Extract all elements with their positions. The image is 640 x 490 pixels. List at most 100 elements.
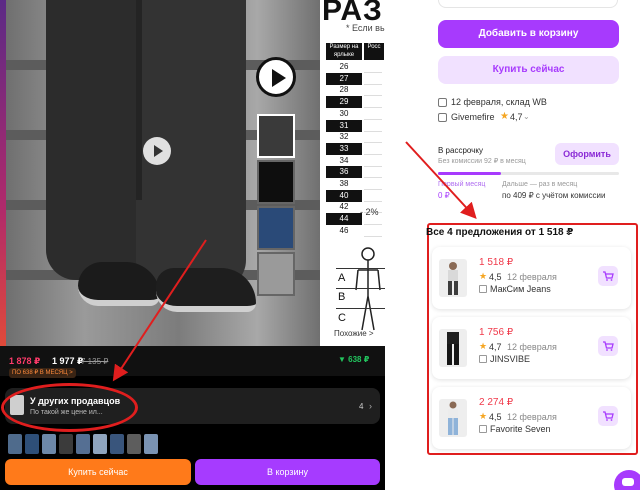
shop-icon [479, 355, 487, 363]
offer-rating: 4,7 [489, 342, 502, 352]
size-cell [364, 131, 382, 144]
cart-icon-button[interactable] [598, 266, 618, 286]
size-row: 46 [339, 225, 349, 235]
play-circle-icon[interactable] [256, 57, 296, 97]
size-cell [364, 120, 382, 132]
sneaker-right [156, 268, 256, 312]
offer-delivery-date: 12 февраля [507, 412, 557, 422]
product-photo[interactable] [6, 0, 320, 346]
size-row: 38 [339, 179, 349, 188]
measure-letter-a: A [338, 272, 346, 284]
size-cell [364, 143, 382, 155]
current-price: 1 977 ₽ [52, 356, 84, 366]
offer-price: 1 756 ₽ [479, 327, 514, 338]
size-row: 29 [326, 96, 362, 109]
size-row: 30 [339, 108, 349, 118]
offer-delivery-date: 12 февраля [507, 272, 557, 282]
installment-badge[interactable]: ПО 638 ₽ В МЕСЯЦ > [9, 368, 76, 378]
size-cell [364, 96, 382, 109]
offer-price: 1 518 ₽ [479, 257, 514, 268]
all-offers-link[interactable]: Все 4 предложения от 1 518 ₽ [426, 227, 573, 238]
offer-price: 2 274 ₽ [479, 397, 514, 408]
offer-seller[interactable]: Favorite Seven [490, 424, 551, 434]
chat-icon[interactable] [614, 470, 640, 490]
offer-rating: 4,5 [489, 272, 502, 282]
play-video-icon[interactable] [143, 137, 171, 165]
offer-card[interactable]: 2 274 ₽ ★ 4,5 12 февраля Favorite Seven [432, 387, 631, 449]
size-row: 27 [326, 72, 362, 85]
offer-thumbnail [439, 259, 467, 297]
jeans-left-leg [46, 0, 146, 280]
cart-icon [603, 271, 614, 281]
color-thumbnail-strip[interactable] [8, 434, 180, 454]
cart-icon-button[interactable] [598, 406, 618, 426]
size-column-header: Размер на ярлыке [326, 43, 362, 60]
thumbnail-blue-jeans[interactable] [257, 206, 295, 250]
size-row: 42 [339, 202, 349, 212]
size-row: 31 [326, 119, 362, 132]
size-cell [364, 73, 382, 85]
similar-link[interactable]: Похожие > [334, 329, 374, 338]
screenshot-canvas: РАЗ * Если вы Размер на ярлыке Росс 26 27… [0, 0, 640, 490]
size-cell [364, 225, 382, 237]
size-row: 34 [339, 155, 349, 165]
thumbnail-light-jeans[interactable] [257, 252, 295, 296]
size-chart-note: * Если вы [346, 23, 385, 33]
offer-card[interactable]: 1 756 ₽ ★ 4,7 12 февраля JINSVIBE [432, 317, 631, 379]
star-icon: ★ [479, 271, 488, 281]
size-cell [364, 190, 382, 202]
cart-icon [603, 341, 614, 351]
mobile-buy-now-button[interactable]: Купить сейчас [5, 459, 191, 485]
brand-rating: 4,7 [510, 112, 523, 122]
offer-thumbnail [439, 329, 467, 367]
installment-order-button[interactable]: Оформить [555, 143, 619, 165]
size-row: 40 [326, 189, 362, 202]
installment-progress-fill [438, 172, 502, 175]
size-row: 26 [339, 62, 349, 71]
measure-letter-c: C [338, 312, 346, 324]
size-row: 33 [326, 142, 362, 155]
brand-link[interactable]: Givemefire [451, 112, 495, 122]
star-icon: ★ [500, 111, 509, 122]
shop-icon [479, 425, 487, 433]
size-row: 44 [326, 213, 362, 226]
chevron-down-icon[interactable]: ⌄ [523, 112, 530, 121]
chevron-right-icon[interactable]: › [567, 227, 570, 237]
shop-icon [438, 113, 447, 122]
offer-card[interactable]: 1 518 ₽ ★ 4,5 12 февраля МакСим Jeans [432, 247, 631, 309]
installment-title: В рассрочку [438, 146, 483, 155]
offer-delivery-date: 12 февраля [507, 342, 557, 352]
cart-icon-button[interactable] [598, 336, 618, 356]
ru-column-header: Росс [364, 43, 384, 60]
thumbnail-gray-jeans[interactable] [257, 114, 295, 158]
add-to-cart-button[interactable]: Добавить в корзину [438, 20, 619, 48]
buy-now-button[interactable]: Купить сейчас [438, 56, 619, 84]
measure-letter-b: B [338, 291, 346, 303]
delivery-info: 12 февраля, склад WB [451, 97, 547, 107]
size-cell [364, 155, 382, 167]
next-months-label: Дальше — раз в месяц [502, 181, 578, 188]
old-price: 7 135 ₽ [81, 357, 109, 366]
price-drop-badge: ▼ 638 ₽ [338, 355, 370, 364]
size-chart-card[interactable]: РАЗ * Если вы Размер на ярлыке Росс 26 27… [320, 0, 385, 346]
wallet-price: 1 878 ₽ [9, 356, 41, 366]
size-row: 28 [339, 85, 349, 95]
installment-subtitle: Без комиссии 92 ₽ в месяц [438, 158, 526, 165]
offer-seller[interactable]: МакСим Jeans [490, 284, 551, 294]
shop-icon [479, 285, 487, 293]
other-sellers-count: 4 [359, 402, 364, 411]
size-percent: - 2% [360, 207, 379, 217]
size-row: 36 [326, 166, 362, 179]
thumbnail-black-jeans[interactable] [257, 160, 295, 204]
annotation-circle [1, 383, 138, 432]
chevron-right-icon: › [369, 401, 372, 411]
mobile-add-to-cart-button[interactable]: В корзину [195, 459, 380, 485]
size-cell [364, 166, 382, 179]
offer-rating: 4,5 [489, 412, 502, 422]
star-icon: ★ [479, 411, 488, 421]
next-months-value: по 409 ₽ с учётом комиссии [502, 191, 606, 200]
size-row: 32 [339, 132, 349, 142]
size-cell [364, 108, 382, 120]
offer-seller[interactable]: JINSVIBE [490, 354, 530, 364]
size-cell [364, 84, 382, 97]
